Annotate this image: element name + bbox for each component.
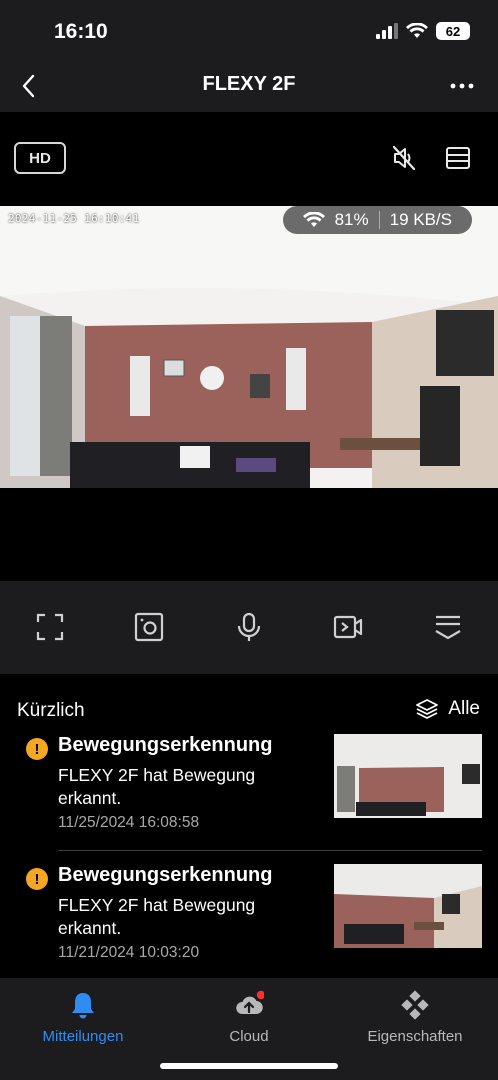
status-bar: 16:10 62 xyxy=(0,0,498,62)
event-thumbnail[interactable] xyxy=(334,734,482,818)
battery-indicator: 62 xyxy=(436,22,470,40)
properties-icon xyxy=(401,990,429,1020)
event-item[interactable]: ! Bewegungserkennung FLEXY 2F hat Bewegu… xyxy=(0,864,498,984)
filter-all-label: Alle xyxy=(448,698,480,719)
tab-properties[interactable]: Eigenschaften xyxy=(332,990,498,1045)
wifi-icon xyxy=(406,23,428,38)
tab-label: Cloud xyxy=(229,1028,269,1045)
bitrate-value: 19 KB/S xyxy=(389,210,452,229)
microphone-icon[interactable] xyxy=(233,611,265,643)
camera-timestamp: 2024-11-25 16:10:41 xyxy=(8,212,140,225)
record-video-icon[interactable] xyxy=(332,611,364,643)
layout-list-icon[interactable] xyxy=(443,143,473,173)
home-indicator[interactable] xyxy=(160,1063,338,1069)
status-time: 16:10 xyxy=(54,20,108,43)
event-description: FLEXY 2F hat Bewegung erkannt. xyxy=(58,765,256,808)
status-icons: 62 xyxy=(376,22,470,40)
cellular-signal-icon xyxy=(376,23,398,39)
event-title: Bewegungserkennung xyxy=(58,734,273,756)
event-description: FLEXY 2F hat Bewegung erkannt. xyxy=(58,895,256,938)
wifi-icon xyxy=(302,212,325,227)
page-title: FLEXY 2F xyxy=(202,73,296,95)
warning-icon: ! xyxy=(26,868,48,890)
speaker-muted-icon[interactable] xyxy=(389,143,419,173)
camera-controls xyxy=(0,581,498,674)
bell-icon xyxy=(72,993,94,1019)
expand-menu-icon[interactable] xyxy=(432,611,464,643)
wifi-signal-value: 81% xyxy=(334,210,369,229)
more-options-icon[interactable] xyxy=(446,70,478,102)
cloud-upload-icon xyxy=(236,990,264,1015)
notification-badge xyxy=(256,990,264,1000)
tab-cloud[interactable]: Cloud xyxy=(166,990,332,1045)
camera-scene xyxy=(0,206,498,488)
nav-bar: FLEXY 2F xyxy=(0,62,498,112)
snapshot-icon[interactable] xyxy=(133,611,165,643)
video-toolbar: HD xyxy=(0,112,498,206)
recent-title: Kürzlich xyxy=(17,700,85,721)
video-letterbox xyxy=(0,488,498,581)
event-divider xyxy=(58,850,482,851)
event-item[interactable]: ! Bewegungserkennung FLEXY 2F hat Bewegu… xyxy=(0,734,498,854)
stats-divider xyxy=(378,211,380,229)
recent-events: Kürzlich Alle ! Bewegungserkennung FLEXY… xyxy=(0,674,498,978)
event-title: Bewegungserkennung xyxy=(58,864,273,886)
tab-label: Mitteilungen xyxy=(42,1028,124,1045)
fullscreen-icon[interactable] xyxy=(34,611,66,643)
event-time: 11/25/2024 16:08:58 xyxy=(58,814,200,831)
warning-icon: ! xyxy=(26,738,48,760)
filter-all-button[interactable]: Alle xyxy=(416,698,480,720)
layers-icon xyxy=(416,699,439,719)
live-video-feed[interactable]: 2024-11-25 16:10:41 81% 19 KB/S xyxy=(0,206,498,488)
tab-notifications[interactable]: Mitteilungen xyxy=(0,990,166,1045)
event-thumbnail[interactable] xyxy=(334,864,482,948)
quality-button[interactable]: HD xyxy=(14,142,66,174)
event-time: 11/21/2024 10:03:20 xyxy=(58,944,200,961)
connection-stats: 81% 19 KB/S xyxy=(282,206,472,234)
tab-label: Eigenschaften xyxy=(367,1028,463,1045)
